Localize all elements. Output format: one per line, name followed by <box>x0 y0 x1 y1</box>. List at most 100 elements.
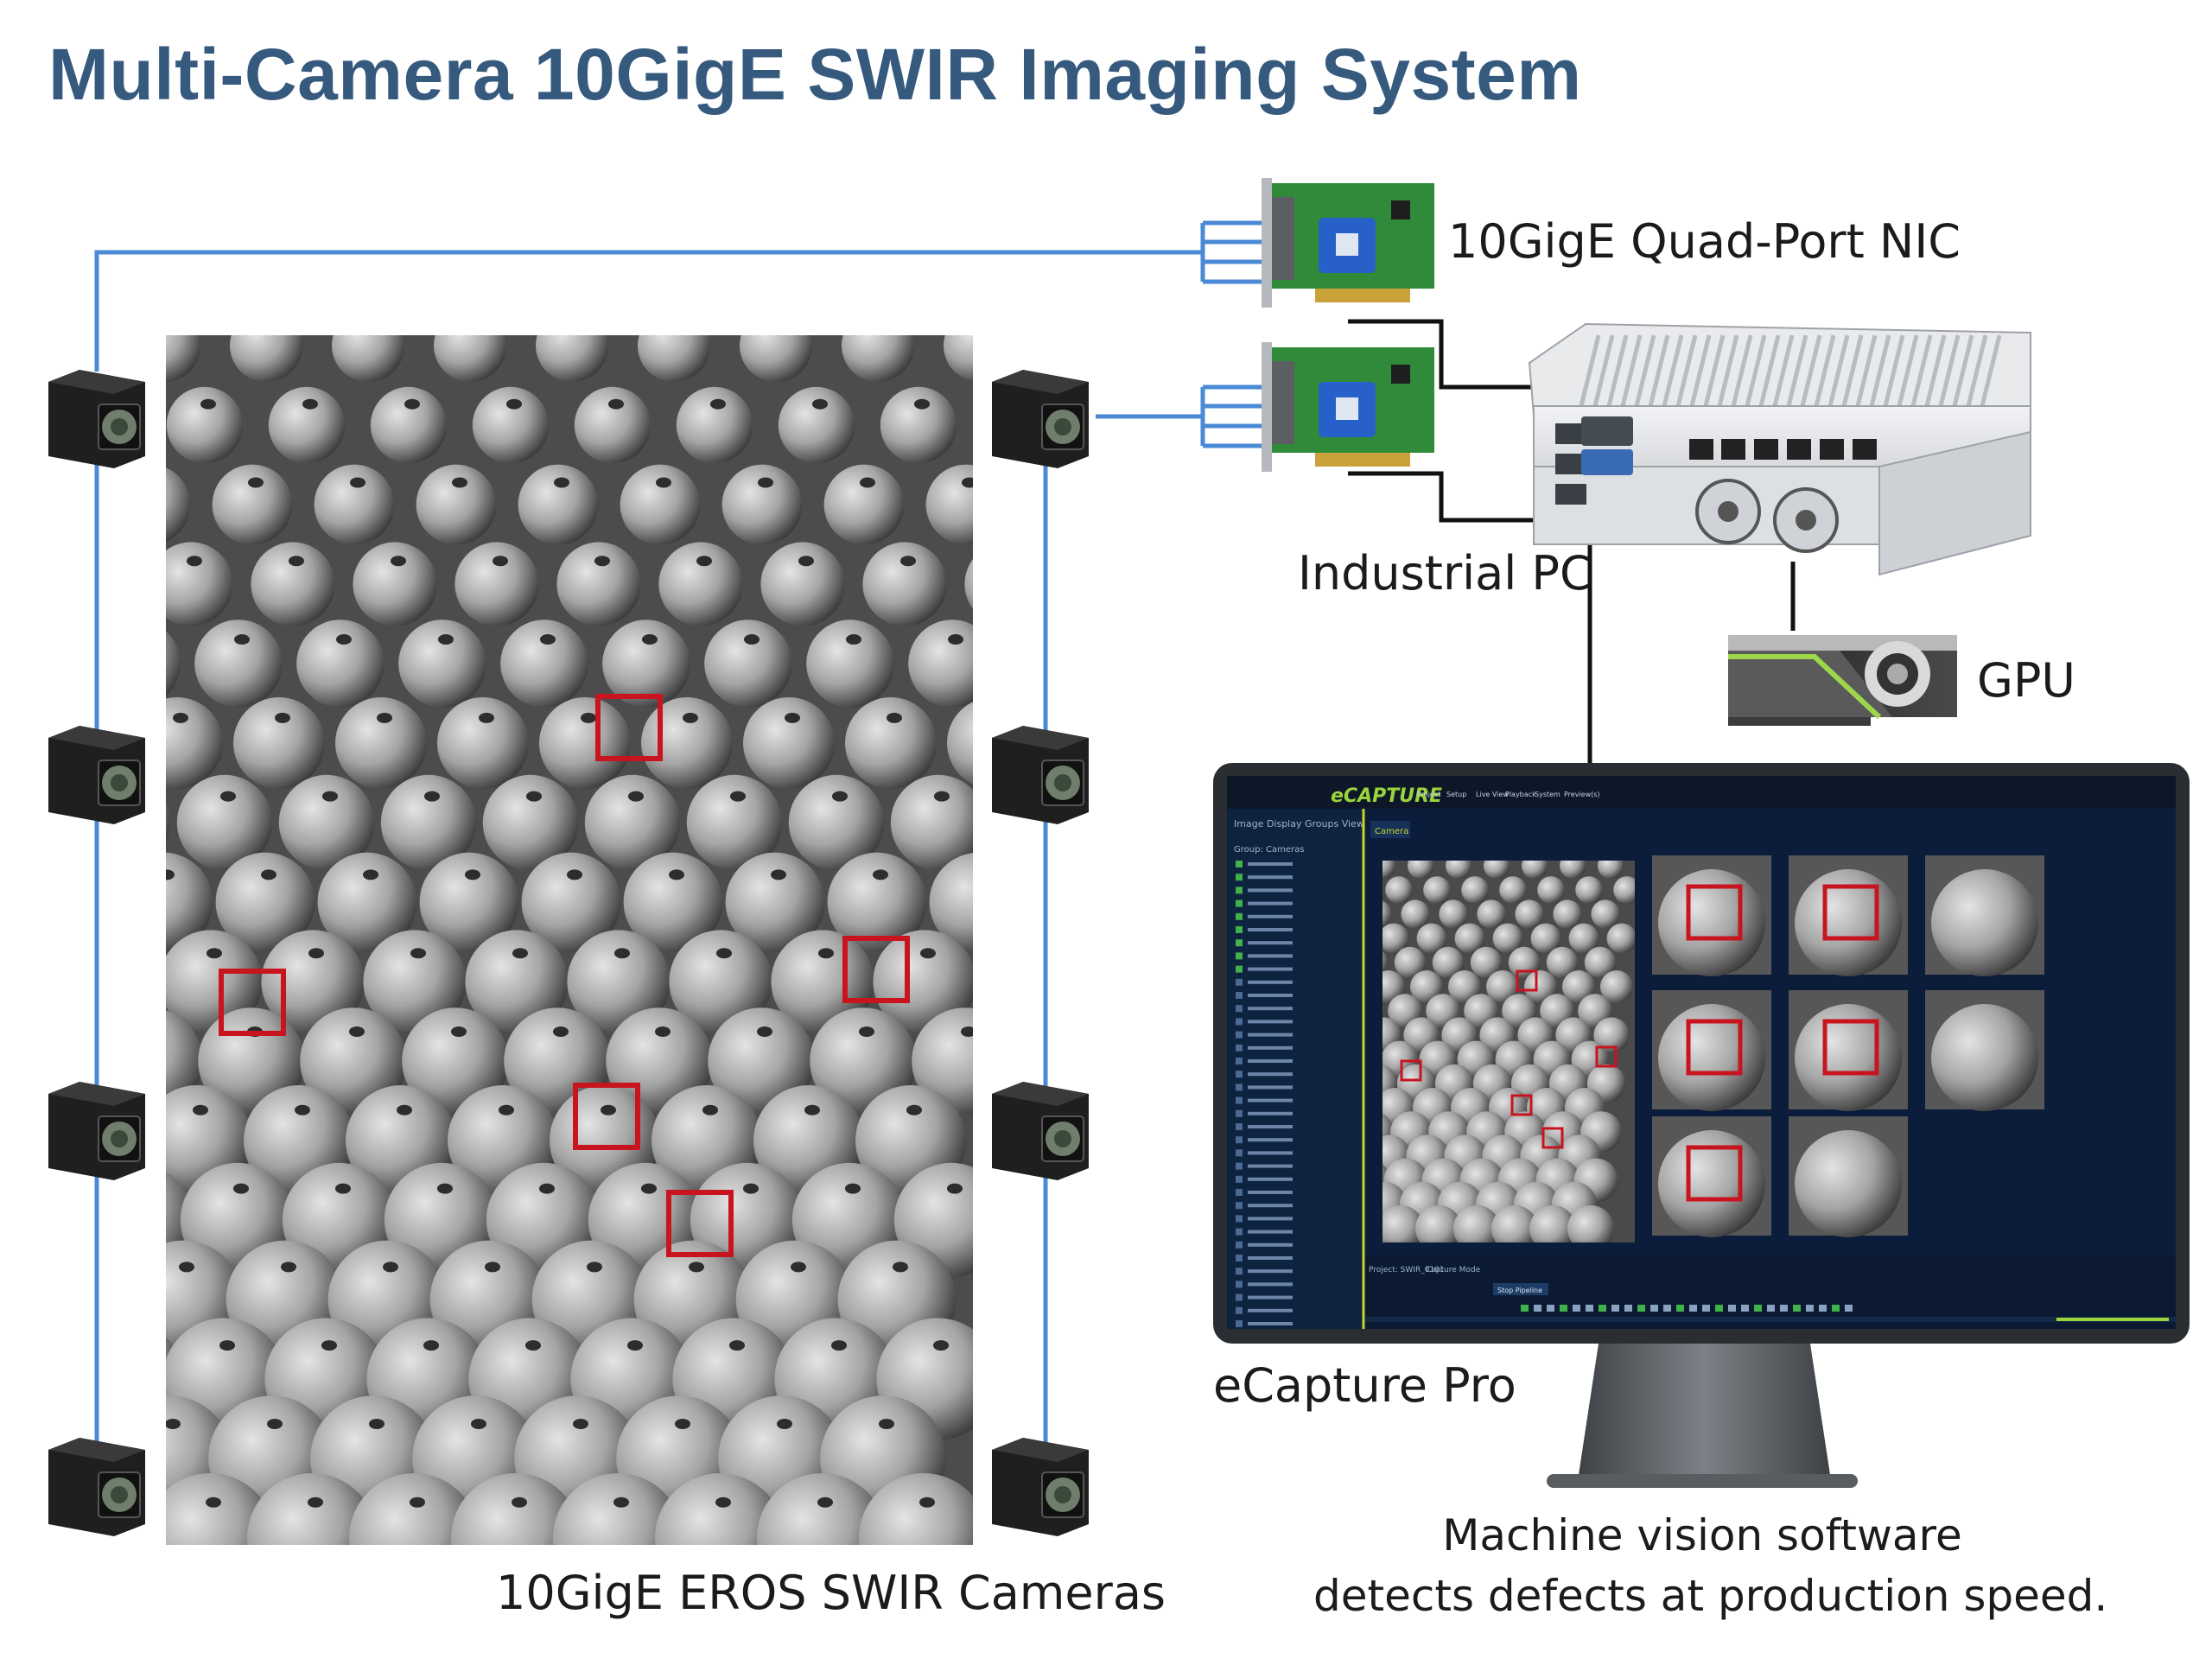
sidebar-row[interactable] <box>1248 901 1293 906</box>
toolbar-icon[interactable] <box>1806 1305 1814 1312</box>
toolbar-icon[interactable] <box>1702 1305 1710 1312</box>
thumbnail-apple <box>1931 869 2038 976</box>
sidebar-row[interactable] <box>1248 954 1293 958</box>
sidebar-row[interactable] <box>1248 875 1293 880</box>
apple-stem <box>321 1340 337 1351</box>
menu-item[interactable]: Project <box>1417 791 1440 798</box>
apple-stem <box>608 398 624 410</box>
sidebar-row[interactable] <box>1248 1151 1293 1155</box>
sidebar-row[interactable] <box>1248 1191 1293 1194</box>
apple-stem <box>166 869 175 880</box>
apple-stem <box>281 1261 296 1273</box>
toolbar-icon[interactable] <box>1780 1305 1788 1312</box>
sidebar-row[interactable] <box>1248 888 1293 893</box>
menu-item[interactable]: Playback <box>1505 791 1536 798</box>
apple-stem <box>777 1418 792 1429</box>
apple-stem <box>744 634 760 645</box>
apple <box>166 335 200 382</box>
apple <box>314 464 395 545</box>
sidebar-row[interactable] <box>1248 1072 1293 1077</box>
sidebar-row[interactable] <box>1248 928 1293 931</box>
sidebar-row[interactable] <box>1248 980 1293 984</box>
apple-stem <box>675 1418 690 1429</box>
apple-stem <box>887 712 902 723</box>
sidebar-row[interactable] <box>1248 1111 1293 1115</box>
toolbar-icon[interactable] <box>1819 1305 1827 1312</box>
apple-stem <box>893 1261 908 1273</box>
sidebar-row[interactable] <box>1248 1177 1293 1181</box>
menu-item[interactable]: Preview(s) <box>1564 791 1600 798</box>
sidebar-row[interactable] <box>1248 1164 1293 1168</box>
screen-apple <box>1575 876 1603 904</box>
sidebar-row[interactable] <box>1248 1085 1293 1090</box>
sidebar-row[interactable] <box>1248 994 1293 997</box>
toolbar-icon[interactable] <box>1611 1305 1619 1312</box>
sidebar-row[interactable] <box>1248 1295 1293 1300</box>
apple-stem <box>479 712 494 723</box>
sidebar-row[interactable] <box>1248 1007 1293 1011</box>
toolbar-icon[interactable] <box>1534 1305 1541 1312</box>
sidebar-row-icon <box>1236 899 1243 907</box>
menu-item[interactable]: Setup <box>1446 791 1466 798</box>
toolbar-icon[interactable] <box>1741 1305 1749 1312</box>
menu-item[interactable]: Live View <box>1476 791 1509 798</box>
camera-icon <box>992 1082 1089 1180</box>
toolbar-icon[interactable] <box>1521 1305 1529 1312</box>
sidebar-row[interactable] <box>1248 1242 1293 1247</box>
apple-stem <box>613 1497 629 1508</box>
sidebar-row[interactable] <box>1248 1256 1293 1260</box>
sidebar-row[interactable] <box>1248 1230 1293 1234</box>
sidebar-row[interactable] <box>1248 1282 1293 1287</box>
sidebar-row[interactable] <box>1248 1033 1293 1037</box>
sidebar-row[interactable] <box>1248 862 1293 866</box>
toolbar-icon[interactable] <box>1767 1305 1775 1312</box>
sidebar-row[interactable] <box>1248 941 1293 945</box>
toolbar-icon[interactable] <box>1793 1305 1801 1312</box>
apple-stem <box>349 1026 365 1038</box>
toolbar-icon[interactable] <box>1650 1305 1658 1312</box>
sidebar-row[interactable] <box>1248 967 1293 971</box>
sidebar-row[interactable] <box>1248 1322 1293 1325</box>
sidebar-row[interactable] <box>1248 1059 1293 1063</box>
sidebar-row[interactable] <box>1248 1098 1293 1103</box>
toolbar-icon[interactable] <box>1547 1305 1554 1312</box>
toolbar-icon[interactable] <box>1573 1305 1580 1312</box>
toolbar-icon[interactable] <box>1624 1305 1632 1312</box>
toolbar-icon[interactable] <box>1728 1305 1736 1312</box>
sidebar-row[interactable] <box>1248 1269 1293 1274</box>
sidebar-row[interactable] <box>1248 1045 1293 1050</box>
sidebar-row[interactable] <box>1248 1308 1293 1312</box>
sidebar-row[interactable] <box>1248 1020 1293 1024</box>
toolbar-icon[interactable] <box>1832 1305 1840 1312</box>
toolbar-icon[interactable] <box>1715 1305 1723 1312</box>
sidebar-row[interactable] <box>1248 1204 1293 1208</box>
apple-stem <box>914 398 930 410</box>
sidebar-row-icon <box>1236 1071 1243 1078</box>
apple-stem <box>669 869 684 880</box>
sidebar-row[interactable] <box>1248 914 1293 918</box>
camera-icon <box>48 1438 145 1536</box>
toolbar-icon[interactable] <box>1560 1305 1567 1312</box>
apple-stem <box>308 1497 323 1508</box>
apple-stem <box>540 634 556 645</box>
toolbar-icon[interactable] <box>1599 1305 1606 1312</box>
toolbar-icon[interactable] <box>1586 1305 1593 1312</box>
apple-stem <box>900 556 916 567</box>
toolbar-icon[interactable] <box>1689 1305 1697 1312</box>
menu-item[interactable]: System <box>1535 791 1560 798</box>
apple <box>721 464 803 545</box>
toolbar-icon[interactable] <box>1637 1305 1645 1312</box>
apple-stem <box>364 321 379 331</box>
apple-stem <box>832 791 848 802</box>
apple <box>944 335 973 382</box>
toolbar-icon[interactable] <box>1663 1305 1671 1312</box>
toolbar-icon[interactable] <box>1754 1305 1762 1312</box>
apple <box>57 930 160 1033</box>
sidebar-row[interactable] <box>1248 1217 1293 1221</box>
toolbar-icon[interactable] <box>1845 1305 1853 1312</box>
sidebar-row[interactable] <box>1248 1138 1293 1142</box>
apple <box>880 386 957 464</box>
sidebar-row[interactable] <box>1248 1125 1293 1128</box>
toolbar-icon[interactable] <box>1676 1305 1684 1312</box>
apple <box>823 464 905 545</box>
